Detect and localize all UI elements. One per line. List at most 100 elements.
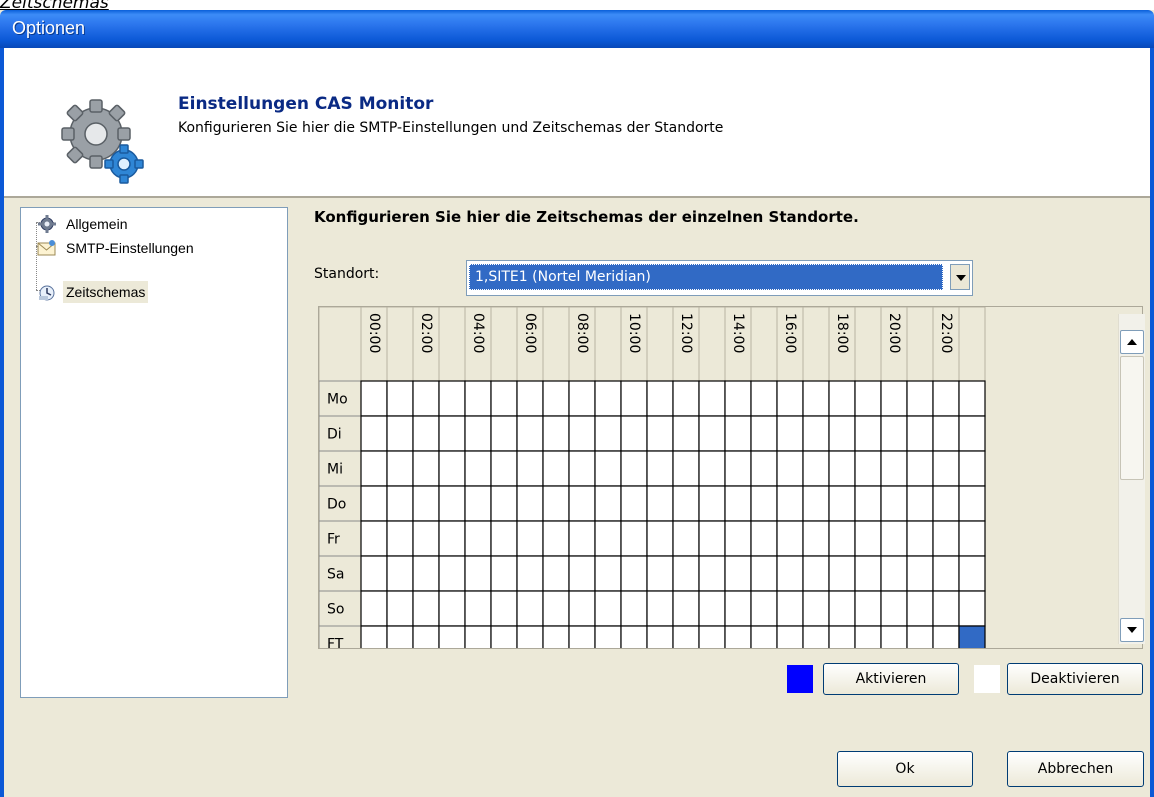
schedule-cell[interactable] <box>724 520 752 557</box>
schedule-cell[interactable] <box>620 520 648 557</box>
schedule-cell[interactable] <box>594 485 622 522</box>
schedule-cell[interactable] <box>828 450 856 487</box>
schedule-cell[interactable] <box>880 450 908 487</box>
schedule-cell[interactable] <box>854 625 882 648</box>
schedule-cell[interactable] <box>438 625 466 648</box>
schedule-cell[interactable] <box>438 415 466 452</box>
schedule-cell[interactable] <box>516 380 544 417</box>
schedule-cell[interactable] <box>360 520 388 557</box>
schedule-cell[interactable] <box>724 485 752 522</box>
schedule-cell[interactable] <box>724 555 752 592</box>
schedule-cell[interactable] <box>698 450 726 487</box>
schedule-cell[interactable] <box>906 555 934 592</box>
schedule-cell[interactable] <box>932 590 960 627</box>
schedule-cell[interactable] <box>542 555 570 592</box>
schedule-cell[interactable] <box>698 590 726 627</box>
schedule-cell[interactable] <box>464 555 492 592</box>
schedule-cell[interactable] <box>932 380 960 417</box>
schedule-cell[interactable] <box>360 590 388 627</box>
schedule-cell[interactable] <box>776 520 804 557</box>
schedule-cell[interactable] <box>958 625 986 648</box>
tree-item-allgemein[interactable]: Allgemein <box>38 213 130 235</box>
schedule-cell[interactable] <box>854 450 882 487</box>
chevron-down-icon[interactable] <box>950 264 970 290</box>
schedule-cell[interactable] <box>646 415 674 452</box>
schedule-cell[interactable] <box>646 625 674 648</box>
schedule-cell[interactable] <box>672 380 700 417</box>
scroll-thumb[interactable] <box>1120 356 1144 480</box>
schedule-cell[interactable] <box>516 625 544 648</box>
schedule-cell[interactable] <box>802 590 830 627</box>
scroll-down-icon[interactable] <box>1120 618 1144 642</box>
schedule-cell[interactable] <box>594 450 622 487</box>
schedule-cell[interactable] <box>724 625 752 648</box>
schedule-cell[interactable] <box>594 520 622 557</box>
schedule-cell[interactable] <box>490 450 518 487</box>
schedule-cell[interactable] <box>646 555 674 592</box>
schedule-cell[interactable] <box>594 555 622 592</box>
schedule-cell[interactable] <box>412 485 440 522</box>
deactivate-button[interactable]: Deaktivieren <box>1007 663 1143 695</box>
schedule-cell[interactable] <box>568 590 596 627</box>
schedule-cell[interactable] <box>906 590 934 627</box>
schedule-cell[interactable] <box>464 415 492 452</box>
schedule-cell[interactable] <box>412 590 440 627</box>
schedule-cell[interactable] <box>412 520 440 557</box>
schedule-cell[interactable] <box>386 625 414 648</box>
schedule-cell[interactable] <box>516 415 544 452</box>
schedule-cell[interactable] <box>412 555 440 592</box>
schedule-cell[interactable] <box>958 555 986 592</box>
schedule-cell[interactable] <box>880 625 908 648</box>
schedule-cell[interactable] <box>360 485 388 522</box>
schedule-cell[interactable] <box>932 520 960 557</box>
schedule-cell[interactable] <box>828 520 856 557</box>
schedule-cell[interactable] <box>620 625 648 648</box>
schedule-cell[interactable] <box>620 590 648 627</box>
schedule-cell[interactable] <box>750 590 778 627</box>
schedule-cell[interactable] <box>438 555 466 592</box>
schedule-cell[interactable] <box>880 520 908 557</box>
schedule-cell[interactable] <box>386 380 414 417</box>
schedule-cell[interactable] <box>360 625 388 648</box>
schedule-cell[interactable] <box>620 555 648 592</box>
schedule-cell[interactable] <box>386 485 414 522</box>
schedule-cell[interactable] <box>490 555 518 592</box>
schedule-cell[interactable] <box>646 450 674 487</box>
schedule-cell[interactable] <box>386 555 414 592</box>
schedule-cell[interactable] <box>464 520 492 557</box>
schedule-cell[interactable] <box>464 625 492 648</box>
schedule-cell[interactable] <box>464 590 492 627</box>
schedule-cell[interactable] <box>698 485 726 522</box>
schedule-cell[interactable] <box>594 380 622 417</box>
ok-button[interactable]: Ok <box>837 751 973 787</box>
schedule-cell[interactable] <box>360 380 388 417</box>
schedule-cell[interactable] <box>672 590 700 627</box>
schedule-cell[interactable] <box>854 590 882 627</box>
schedule-cell[interactable] <box>750 485 778 522</box>
schedule-cell[interactable] <box>724 590 752 627</box>
schedule-cell[interactable] <box>750 625 778 648</box>
schedule-cell[interactable] <box>542 520 570 557</box>
schedule-cell[interactable] <box>750 450 778 487</box>
title-bar[interactable]: Optionen <box>0 10 1154 48</box>
schedule-cell[interactable] <box>438 590 466 627</box>
schedule-cell[interactable] <box>594 415 622 452</box>
schedule-cell[interactable] <box>802 485 830 522</box>
tree-item-smtp[interactable]: SMTP-Einstellungen <box>37 237 197 259</box>
schedule-cell[interactable] <box>620 485 648 522</box>
schedule-cell[interactable] <box>568 555 596 592</box>
schedule-cell[interactable] <box>672 450 700 487</box>
schedule-cell[interactable] <box>542 450 570 487</box>
schedule-cell[interactable] <box>854 380 882 417</box>
schedule-cell[interactable] <box>386 590 414 627</box>
tree-item-zeitschemas[interactable]: Zeitschemas <box>39 281 149 303</box>
schedule-cell[interactable] <box>958 520 986 557</box>
schedule-cell[interactable] <box>568 625 596 648</box>
schedule-cell[interactable] <box>646 590 674 627</box>
schedule-cell[interactable] <box>698 415 726 452</box>
schedule-cell[interactable] <box>776 590 804 627</box>
schedule-cell[interactable] <box>932 450 960 487</box>
schedule-cell[interactable] <box>620 380 648 417</box>
schedule-cell[interactable] <box>412 380 440 417</box>
schedule-cell[interactable] <box>932 485 960 522</box>
